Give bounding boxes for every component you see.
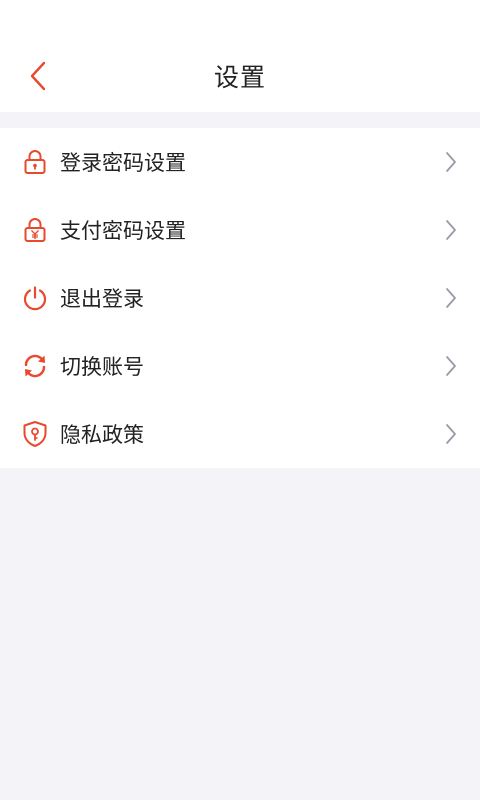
nav-bar: 设置 xyxy=(0,40,480,112)
chevron-left-icon xyxy=(30,61,46,91)
lock-icon xyxy=(22,149,48,175)
shield-icon xyxy=(22,421,48,447)
chevron-right-icon xyxy=(444,151,458,173)
menu-item-label: 登录密码设置 xyxy=(60,151,186,175)
menu-item-label: 支付密码设置 xyxy=(60,219,186,243)
back-button[interactable] xyxy=(18,56,58,96)
power-icon xyxy=(22,285,48,311)
menu-item-label: 切换账号 xyxy=(60,355,144,379)
menu-item-payment-password[interactable]: 支付密码设置 xyxy=(0,196,480,264)
menu-item-privacy-policy[interactable]: 隐私政策 xyxy=(0,400,480,468)
status-bar xyxy=(0,0,480,40)
chevron-right-icon xyxy=(444,219,458,241)
page-title: 设置 xyxy=(213,63,266,92)
menu-item-label: 隐私政策 xyxy=(60,423,144,447)
menu-item-switch-account[interactable]: 切换账号 xyxy=(0,332,480,400)
chevron-right-icon xyxy=(444,423,458,445)
chevron-right-icon xyxy=(444,287,458,309)
menu-item-logout[interactable]: 退出登录 xyxy=(0,264,480,332)
settings-menu: 登录密码设置 支付密码设置 退出登录 切换账号 隐私政策 xyxy=(0,128,480,468)
menu-item-label: 退出登录 xyxy=(60,287,144,311)
refresh-icon xyxy=(22,353,48,379)
section-divider xyxy=(0,112,480,128)
lock-yuan-icon xyxy=(22,217,48,243)
menu-item-login-password[interactable]: 登录密码设置 xyxy=(0,128,480,196)
chevron-right-icon xyxy=(444,355,458,377)
